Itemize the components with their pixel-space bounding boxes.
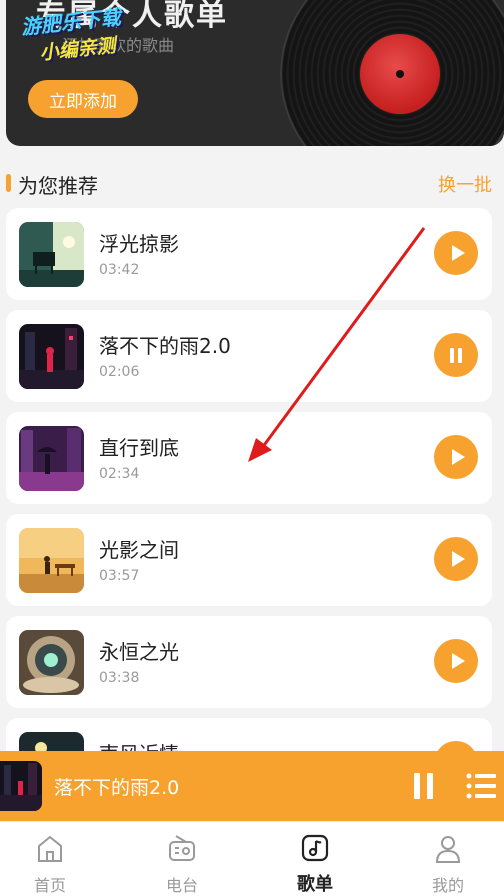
playlist-icon[interactable] <box>466 773 496 799</box>
tab-radio[interactable]: 电台 <box>132 822 232 896</box>
song-cover <box>19 222 84 287</box>
song-title: 永恒之光 <box>99 640 179 664</box>
song-card[interactable]: 直行到底 02:34 <box>6 412 492 504</box>
tab-home[interactable]: 首页 <box>0 822 100 896</box>
song-title: 落不下的雨2.0 <box>99 334 231 358</box>
song-title: 浮光掠影 <box>99 232 179 256</box>
song-duration: 02:06 <box>99 364 140 380</box>
person-icon <box>435 836 461 863</box>
tab-label: 首页 <box>33 876 66 895</box>
song-title: 直行到底 <box>99 436 179 460</box>
song-duration: 03:38 <box>99 670 140 686</box>
bottom-tab-bar: 首页 电台 歌单 我的 <box>0 821 504 896</box>
accent-bar <box>6 174 11 192</box>
play-icon <box>451 653 465 669</box>
song-duration: 02:34 <box>99 466 140 482</box>
music-note-icon <box>301 834 329 862</box>
play-button[interactable] <box>434 639 478 683</box>
player-title: 落不下的雨2.0 <box>54 777 180 799</box>
play-button[interactable] <box>434 231 478 275</box>
tab-label: 我的 <box>431 876 464 895</box>
play-button[interactable] <box>434 537 478 581</box>
song-cover <box>19 630 84 695</box>
play-icon <box>451 245 465 261</box>
song-list: 浮光掠影 03:42 落不下的雨2.0 02:06 直行到底 02:34 光影之… <box>6 208 492 820</box>
vinyl-record-icon <box>280 0 504 146</box>
song-title: 光影之间 <box>99 538 179 562</box>
song-card[interactable]: 落不下的雨2.0 02:06 <box>6 310 492 402</box>
pause-icon <box>450 347 462 363</box>
song-card[interactable]: 光影之间 03:57 <box>6 514 492 606</box>
playlist-banner: 专属个人歌单 添加喜欢的歌曲 立即添加 游肥乐下载 小编亲测 <box>6 0 504 146</box>
play-button[interactable] <box>434 435 478 479</box>
pause-button[interactable] <box>434 333 478 377</box>
player-pause-button[interactable] <box>414 773 433 799</box>
play-icon <box>451 449 465 465</box>
song-duration: 03:42 <box>99 262 140 278</box>
song-cover <box>19 426 84 491</box>
song-cover <box>19 528 84 593</box>
tab-label: 电台 <box>165 876 198 895</box>
tab-label: 歌单 <box>297 874 333 895</box>
play-icon <box>451 551 465 567</box>
watermark: 游肥乐下载 小编亲测 <box>19 1 124 67</box>
tab-mine[interactable]: 我的 <box>398 822 498 896</box>
mini-player[interactable]: 落不下的雨2.0 <box>0 751 504 821</box>
song-card[interactable]: 浮光掠影 03:42 <box>6 208 492 300</box>
tab-playlist[interactable]: 歌单 <box>265 822 365 896</box>
recommend-header: 为您推荐 换一批 <box>4 168 504 200</box>
player-cover <box>0 761 42 811</box>
add-now-button[interactable]: 立即添加 <box>28 80 138 118</box>
refresh-button[interactable]: 换一批 <box>438 171 492 197</box>
song-duration: 03:57 <box>99 568 140 584</box>
section-title: 为您推荐 <box>18 174 98 198</box>
song-cover <box>19 324 84 389</box>
radio-icon <box>169 835 195 861</box>
song-card[interactable]: 永恒之光 03:38 <box>6 616 492 708</box>
home-icon <box>38 835 62 862</box>
